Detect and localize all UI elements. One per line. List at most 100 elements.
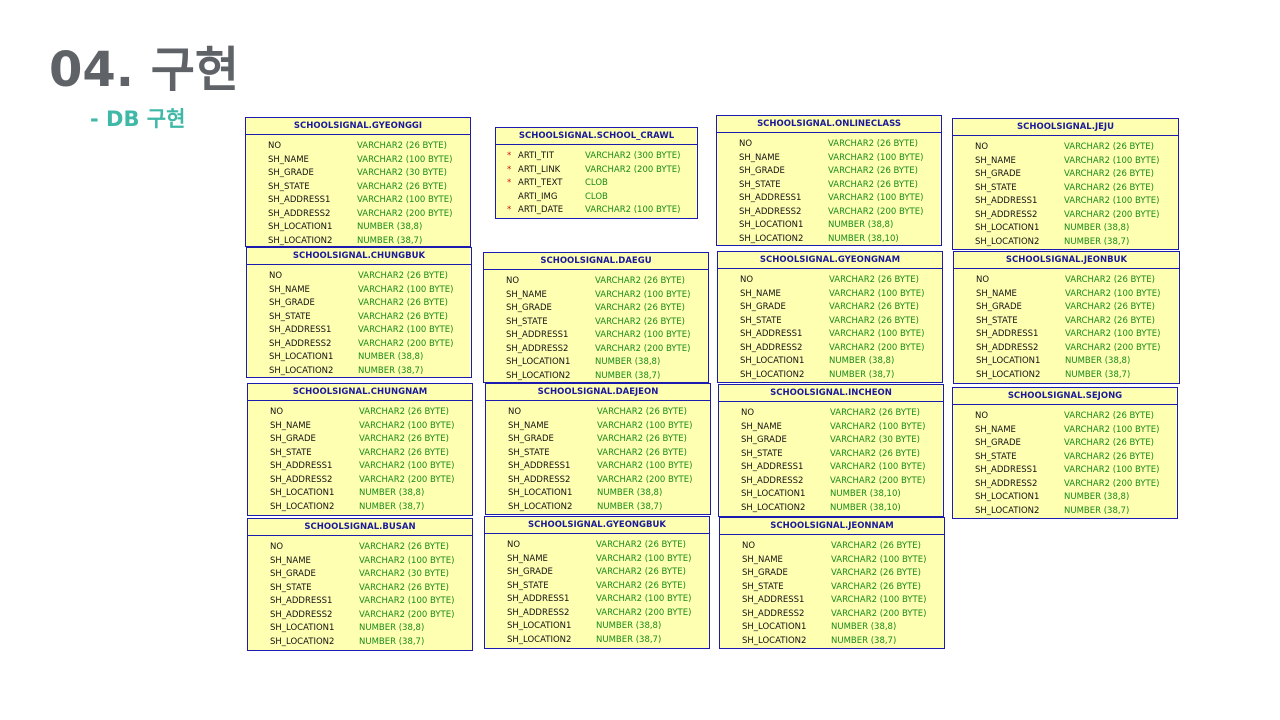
column-row: SH_ADDRESS2 VARCHAR2 (200 BYTE) [954,342,1179,356]
column-name: SH_GRADE [976,302,1022,312]
column-name: NO [269,271,283,281]
column-row: SH_LOCATION1 NUMBER (38,8) [953,222,1178,236]
column-row: SH_GRADE VARCHAR2 (26 BYTE) [484,302,708,316]
column-row: SH_LOCATION2 NUMBER (38,7) [720,635,944,649]
column-name: SH_GRADE [268,168,314,178]
column-name: NO [508,407,522,417]
column-row: SH_ADDRESS2 VARCHAR2 (200 BYTE) [719,475,943,489]
column-name: SH_LOCATION2 [506,370,571,381]
required-marker: * [507,164,512,175]
required-marker: * [507,151,512,161]
column-row: SH_LOCATION2 NUMBER (38,10) [717,233,941,247]
column-type: VARCHAR2 (26 BYTE) [359,542,449,552]
column-type: VARCHAR2 (200 BYTE) [1064,478,1160,489]
column-row: SH_STATE VARCHAR2 (26 BYTE) [484,316,708,330]
table-header: SCHOOLSIGNAL.SEJONG [953,388,1177,405]
column-row: SH_GRADE VARCHAR2 (30 BYTE) [719,434,943,448]
table-header: SCHOOLSIGNAL.INCHEON [719,385,943,402]
column-type: VARCHAR2 (26 BYTE) [828,166,918,176]
column-type: VARCHAR2 (26 BYTE) [1064,411,1154,421]
column-name: SH_LOCATION1 [268,222,333,232]
column-type: VARCHAR2 (26 BYTE) [596,567,686,577]
column-name: SH_LOCATION2 [508,501,573,512]
table-header: SCHOOLSIGNAL.JEJU [953,119,1178,136]
column-row: SH_NAME VARCHAR2 (100 BYTE) [486,420,710,434]
column-row: SH_ADDRESS2 VARCHAR2 (200 BYTE) [248,474,472,488]
column-name: SH_LOCATION1 [269,352,334,362]
column-row: SH_NAME VARCHAR2 (100 BYTE) [954,288,1179,302]
column-type: NUMBER (38,8) [1065,356,1131,366]
table-header: SCHOOLSIGNAL.DAEJEON [486,384,710,401]
column-type: NUMBER (38,8) [596,621,662,631]
column-name: SH_LOCATION1 [975,223,1040,233]
column-name: SH_ADDRESS2 [270,609,333,620]
column-name: SH_GRADE [741,435,787,445]
column-name: SH_LOCATION1 [742,622,807,632]
column-row: SH_ADDRESS1 VARCHAR2 (100 BYTE) [247,324,471,338]
required-marker: * [507,178,512,188]
column-type: VARCHAR2 (26 BYTE) [831,568,921,578]
column-type: VARCHAR2 (100 BYTE) [1065,288,1161,299]
column-type: VARCHAR2 (26 BYTE) [1064,182,1154,193]
column-row: * ARTI_LINK VARCHAR2 (200 BYTE) [496,164,697,178]
column-type: VARCHAR2 (100 BYTE) [830,421,926,432]
column-name: SH_LOCATION1 [976,356,1041,366]
table-columns: NO VARCHAR2 (26 BYTE) SH_NAME VARCHAR2 (100… [719,402,943,515]
column-type: VARCHAR2 (26 BYTE) [358,271,448,281]
column-row: SH_LOCATION2 NUMBER (38,7) [246,235,470,249]
column-type: VARCHAR2 (100 BYTE) [597,461,693,471]
column-name: SH_NAME [507,553,548,564]
column-row: NO VARCHAR2 (26 BYTE) [248,406,472,420]
column-name: SH_LOCATION2 [269,365,334,376]
column-name: SH_NAME [269,284,310,295]
column-name: SH_LOCATION1 [741,489,806,499]
column-type: VARCHAR2 (26 BYTE) [829,315,919,326]
column-row: SH_ADDRESS1 VARCHAR2 (100 BYTE) [248,460,472,474]
column-name: ARTI_TEXT [518,178,563,188]
column-row: SH_ADDRESS2 VARCHAR2 (200 BYTE) [953,478,1177,492]
column-row: SH_GRADE VARCHAR2 (30 BYTE) [248,568,472,582]
column-type: NUMBER (38,8) [1064,492,1130,502]
column-type: VARCHAR2 (100 BYTE) [830,462,926,472]
column-name: SH_LOCATION2 [975,236,1040,247]
column-row: SH_ADDRESS1 VARCHAR2 (100 BYTE) [485,593,709,607]
column-row: SH_ADDRESS1 VARCHAR2 (100 BYTE) [718,328,942,342]
column-type: NUMBER (38,8) [1064,223,1130,233]
table-onlineclass: SCHOOLSIGNAL.ONLINECLASS NO VARCHAR2 (26 B… [716,115,942,246]
column-row: NO VARCHAR2 (26 BYTE) [954,274,1179,288]
table-columns: NO VARCHAR2 (26 BYTE) SH_NAME VARCHAR2 (100… [485,534,709,647]
column-row: SH_LOCATION2 NUMBER (38,7) [486,501,710,515]
column-type: VARCHAR2 (100 BYTE) [829,288,925,299]
column-type: VARCHAR2 (26 BYTE) [596,580,686,591]
column-row: SH_LOCATION2 NUMBER (38,7) [954,369,1179,383]
column-name: NO [739,139,753,149]
column-row: SH_ADDRESS1 VARCHAR2 (100 BYTE) [717,192,941,206]
column-name: SH_NAME [740,288,781,299]
column-name: SH_LOCATION1 [507,621,572,631]
column-row: SH_GRADE VARCHAR2 (26 BYTE) [718,301,942,315]
column-name: SH_ADDRESS1 [975,196,1038,206]
column-type: VARCHAR2 (100 BYTE) [358,284,454,295]
column-type: VARCHAR2 (100 BYTE) [585,205,681,215]
column-row: SH_STATE VARCHAR2 (26 BYTE) [720,581,944,595]
column-name: SH_ADDRESS1 [268,195,331,205]
column-name: SH_GRADE [740,302,786,312]
column-name: SH_NAME [270,420,311,431]
column-row: SH_ADDRESS2 VARCHAR2 (200 BYTE) [720,608,944,622]
table-header: SCHOOLSIGNAL.CHUNGNAM [248,384,472,401]
column-type: VARCHAR2 (26 BYTE) [830,408,920,418]
column-name: SH_NAME [270,555,311,566]
column-type: VARCHAR2 (100 BYTE) [829,329,925,339]
column-name: SH_LOCATION1 [270,488,335,498]
column-row: SH_LOCATION1 NUMBER (38,8) [953,491,1177,505]
column-type: VARCHAR2 (26 BYTE) [595,276,685,286]
column-name: SH_GRADE [739,166,785,176]
table-columns: NO VARCHAR2 (26 BYTE) SH_NAME VARCHAR2 (100… [248,536,472,649]
column-name: SH_ADDRESS1 [506,330,569,340]
column-type: NUMBER (38,7) [829,369,895,380]
column-name: SH_STATE [269,311,311,322]
column-row: SH_ADDRESS1 VARCHAR2 (100 BYTE) [954,328,1179,342]
table-gyeongbuk: SCHOOLSIGNAL.GYEONGBUK NO VARCHAR2 (26 BYT… [484,516,710,649]
column-type: NUMBER (38,7) [597,501,663,512]
table-columns: NO VARCHAR2 (26 BYTE) SH_NAME VARCHAR2 (100… [718,269,942,382]
